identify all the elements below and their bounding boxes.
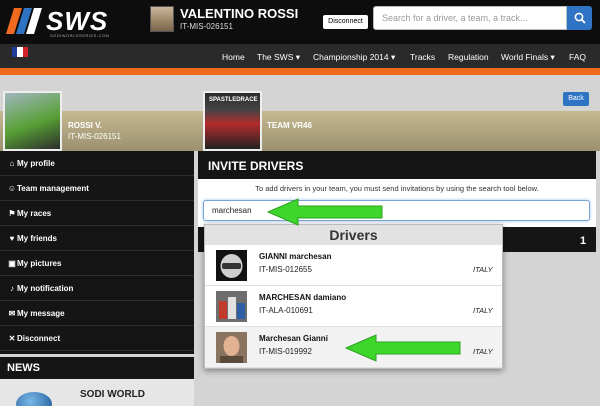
sidebar-item-my-races[interactable]: ⚑ My races	[0, 201, 194, 226]
search-icon	[574, 12, 586, 24]
driver-result-row[interactable]: MARCHESAN damiano IT-ALA-010691 ITALY	[205, 286, 502, 327]
team-name[interactable]: TEAM VR46	[267, 121, 312, 130]
envelope-icon: ✉	[8, 309, 16, 318]
team-photo[interactable]: SPASTLEDRACE	[203, 91, 262, 151]
driver-country: ITALY	[473, 347, 493, 356]
close-icon: ✕	[8, 334, 16, 343]
nav-faq[interactable]: FAQ	[569, 52, 586, 62]
logo-stripes-icon	[6, 8, 42, 34]
driver-photo	[216, 332, 247, 363]
picture-icon: ▣	[8, 259, 16, 268]
driver-search-input[interactable]: marchesan	[203, 200, 590, 221]
sws-logo[interactable]: SWS SODIWORLDSERIES.COM	[6, 4, 148, 38]
nav-home[interactable]: Home	[222, 52, 245, 62]
sidebar-item-label: Disconnect	[17, 334, 61, 343]
nav-world-finals[interactable]: World Finals ▾	[501, 52, 555, 63]
sidebar-item-label: My races	[17, 209, 52, 218]
global-search-input[interactable]: Search for a driver, a team, a track...	[373, 6, 567, 30]
news-item-title[interactable]: SODI WORLD	[80, 389, 145, 400]
helmet-icon	[216, 250, 247, 281]
driver-id: IT-MIS-012655	[259, 265, 312, 274]
invite-panel-body: To add drivers in your team, you must se…	[198, 179, 596, 227]
main-nav: Home The SWS ▾ Championship 2014 ▾ Track…	[0, 44, 600, 68]
driver-photo	[216, 291, 247, 322]
driver-name: Marchesan Gianni	[259, 334, 328, 343]
dropdown-header: Drivers	[205, 225, 502, 245]
sidebar-item-my-friends[interactable]: ♥ My friends	[0, 226, 194, 251]
driver-country: ITALY	[473, 306, 493, 315]
sidebar-item-label: My message	[17, 309, 65, 318]
invite-instructions: To add drivers in your team, you must se…	[255, 184, 539, 193]
sidebar-item-label: My notification	[17, 284, 74, 293]
sidebar-item-label: My friends	[17, 234, 58, 243]
sidebar-item-my-notification[interactable]: ♪ My notification	[0, 276, 194, 301]
accent-bar	[0, 68, 600, 75]
invite-title: INVITE DRIVERS	[208, 159, 304, 173]
driver-result-row[interactable]: GIANNI marchesan IT-MIS-012655 ITALY	[205, 245, 502, 286]
profile-photo[interactable]	[3, 91, 62, 151]
disconnect-button[interactable]: Disconnect	[323, 15, 368, 29]
annotation-arrow-icon	[344, 334, 461, 362]
heart-icon: ♥	[9, 234, 15, 243]
sidebar-item-my-profile[interactable]: ⌂ My profile	[0, 151, 194, 176]
invite-panel-header: INVITE DRIVERS	[198, 151, 596, 179]
annotation-arrow-icon	[266, 198, 383, 226]
news-heading: NEWS	[0, 357, 194, 379]
home-icon: ⌂	[9, 159, 15, 168]
driver-name: MARCHESAN damiano	[259, 293, 347, 302]
sidebar-item-my-pictures[interactable]: ▣ My pictures	[0, 251, 194, 276]
sidebar-item-my-message[interactable]: ✉ My message	[0, 301, 194, 326]
sidebar: ⌂ My profile ☺ Team management ⚑ My race…	[0, 151, 194, 354]
user-avatar[interactable]	[150, 6, 174, 32]
globe-icon	[16, 392, 52, 406]
sidebar-item-disconnect[interactable]: ✕ Disconnect	[0, 326, 194, 351]
sidebar-item-team-management[interactable]: ☺ Team management	[0, 176, 194, 201]
sidebar-item-label: Team management	[17, 184, 89, 193]
user-id: IT-MIS-026151	[180, 22, 233, 31]
top-bar: SWS SODIWORLDSERIES.COM VALENTINO ROSSI …	[0, 0, 600, 44]
logo-subtitle: SODIWORLDSERIES.COM	[50, 33, 110, 38]
user-name[interactable]: VALENTINO ROSSI	[180, 6, 298, 21]
nav-tracks[interactable]: Tracks	[410, 52, 435, 62]
driver-country: ITALY	[473, 265, 493, 274]
user-icon: ☺	[7, 184, 17, 193]
news-item[interactable]: SODI WORLD	[0, 379, 194, 406]
results-count: 1	[580, 235, 587, 247]
back-button[interactable]: Back	[563, 92, 589, 106]
sidebar-item-label: My profile	[17, 159, 55, 168]
bell-icon: ♪	[10, 284, 14, 293]
language-flag-icon[interactable]	[12, 47, 28, 57]
driver-id: IT-MIS-019992	[259, 347, 312, 356]
sidebar-item-label: My pictures	[17, 259, 62, 268]
profile-banner	[0, 111, 600, 151]
flag-icon: ⚑	[8, 209, 16, 218]
nav-regulation[interactable]: Regulation	[448, 52, 489, 62]
nav-the-sws[interactable]: The SWS ▾	[257, 52, 300, 63]
profile-id: IT-MIS-026151	[68, 132, 121, 141]
driver-name: GIANNI marchesan	[259, 252, 332, 261]
team-photo-caption: SPASTLEDRACE	[209, 97, 258, 103]
search-button[interactable]	[567, 6, 592, 30]
driver-id: IT-ALA-010691	[259, 306, 313, 315]
profile-name: ROSSI V.	[68, 121, 102, 130]
nav-championship-2014[interactable]: Championship 2014 ▾	[313, 52, 395, 63]
